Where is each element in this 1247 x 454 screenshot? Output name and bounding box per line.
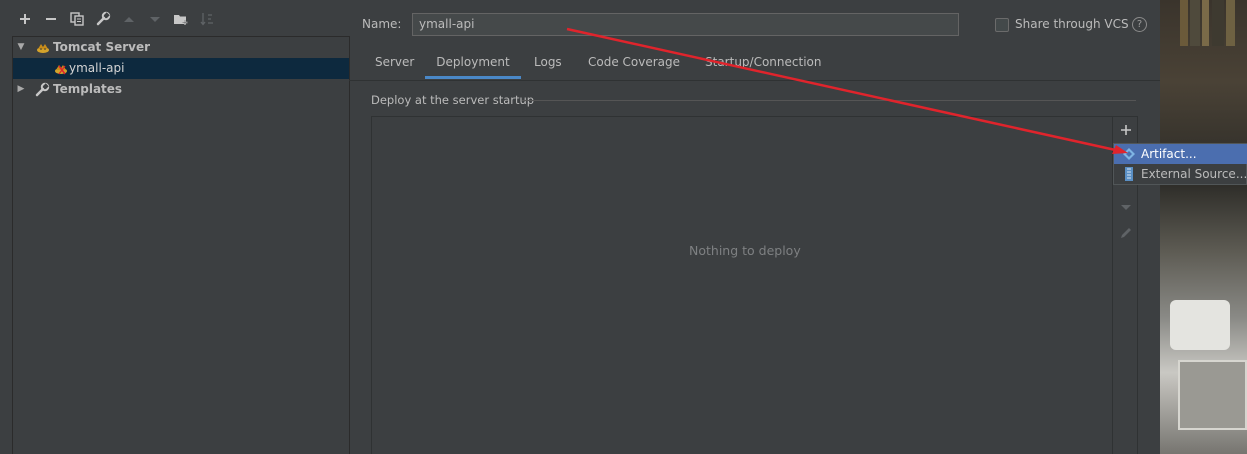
tree-item-tomcat-server[interactable]: ▼ Tomcat Server	[13, 37, 349, 58]
move-up-icon[interactable]	[121, 11, 137, 27]
tomcat-icon	[35, 40, 51, 56]
popup-item-artifact[interactable]: Artifact...	[1114, 144, 1247, 164]
name-input[interactable]: ymall-api	[412, 13, 959, 36]
tab-logs[interactable]: Logs	[534, 48, 562, 79]
move-down-icon[interactable]	[147, 11, 163, 27]
tree-item-label: Templates	[53, 82, 123, 96]
wrench-icon[interactable]	[95, 11, 111, 27]
new-folder-icon[interactable]	[173, 11, 189, 27]
share-vcs-label[interactable]: Share through VCS	[1015, 17, 1129, 31]
add-deploy-button[interactable]	[1118, 122, 1134, 138]
tree-item-ymall-api[interactable]: ymall-api	[13, 58, 349, 79]
tab-code-coverage[interactable]: Code Coverage	[588, 48, 680, 79]
tab-deployment[interactable]: Deployment	[425, 48, 521, 79]
tree-item-label: Tomcat Server	[53, 40, 151, 54]
tab-server[interactable]: Server	[375, 48, 414, 79]
deploy-list[interactable]	[372, 117, 1113, 454]
artifact-icon	[1122, 147, 1136, 161]
remove-icon[interactable]	[43, 11, 59, 27]
copy-icon[interactable]	[69, 11, 85, 27]
tree-toolbar	[0, 0, 349, 36]
tree-item-label: ymall-api	[69, 61, 125, 75]
external-source-icon	[1122, 167, 1136, 181]
help-icon[interactable]: ?	[1132, 17, 1147, 32]
move-down-icon[interactable]	[1118, 199, 1134, 215]
empty-state-text: Nothing to deploy	[689, 243, 801, 258]
tomcat-config-icon	[53, 61, 69, 77]
popup-item-label: Artifact...	[1141, 147, 1197, 161]
collapse-arrow-icon[interactable]: ▶	[16, 79, 26, 100]
name-label: Name:	[362, 17, 402, 31]
run-config-tree: ▼ Tomcat Server ymall-api ▶ Templates	[12, 36, 350, 454]
deploy-section-title: Deploy at the server startup	[371, 93, 535, 107]
section-divider	[522, 100, 1136, 101]
popup-item-external-source[interactable]: External Source...	[1114, 164, 1247, 184]
tree-item-templates[interactable]: ▶ Templates	[13, 79, 349, 100]
tab-divider	[349, 80, 1160, 81]
add-icon[interactable]	[17, 11, 33, 27]
tab-startup-connection[interactable]: Startup/Connection	[705, 48, 821, 79]
popup-item-label: External Source...	[1141, 167, 1247, 181]
background-photo	[1160, 0, 1247, 454]
add-deploy-popup: Artifact... External Source...	[1113, 143, 1247, 185]
edit-icon[interactable]	[1118, 225, 1134, 241]
wrench-icon	[34, 82, 50, 98]
sort-icon[interactable]	[199, 11, 215, 27]
expand-arrow-icon[interactable]: ▼	[16, 37, 26, 58]
share-vcs-checkbox[interactable]	[995, 18, 1009, 32]
